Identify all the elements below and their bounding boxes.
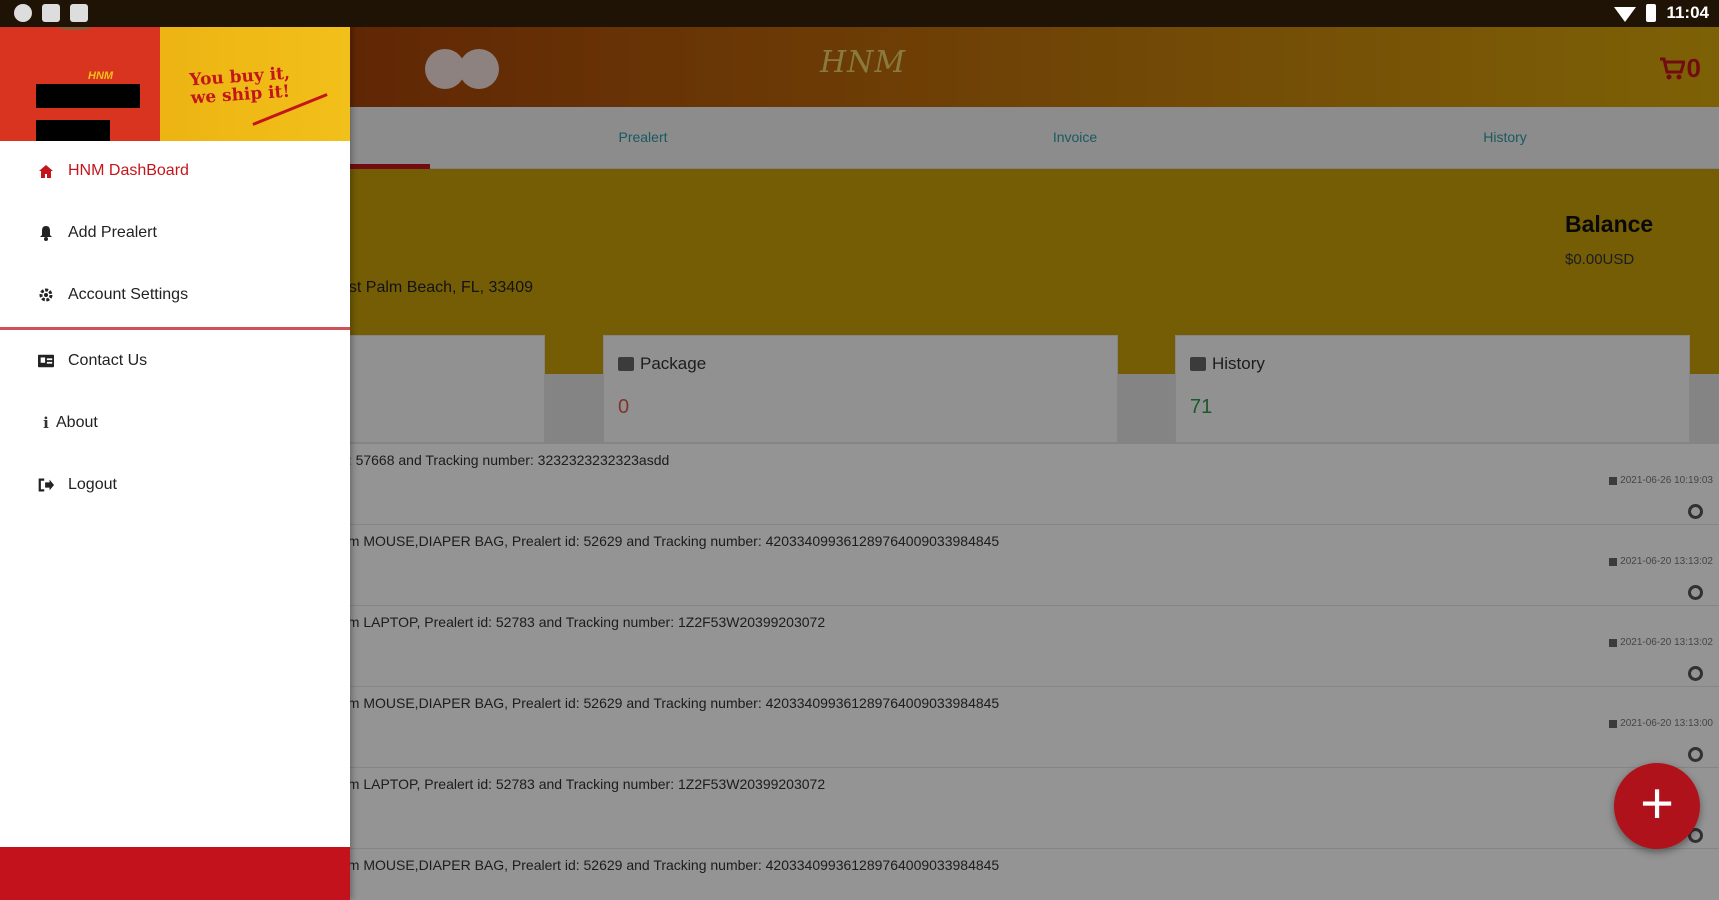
gear-icon [38, 287, 54, 303]
app-root: 11:04 HNM 0 Prealert Invoice History est… [0, 0, 1719, 900]
redaction-box [36, 120, 110, 141]
notification-icons [14, 4, 88, 22]
redaction-box [36, 84, 140, 108]
shirt-logo: HNM [88, 70, 114, 82]
contact-card-icon [38, 353, 54, 369]
banner-slogan: You buy it, we ship it! [188, 63, 291, 109]
menu-item-contact-us[interactable]: Contact Us [0, 333, 350, 389]
add-fab-button[interactable]: + [1614, 763, 1700, 849]
notification-icon [14, 4, 32, 22]
menu-item-logout[interactable]: Logout [0, 457, 350, 513]
menu-item-dashboard[interactable]: HNM DashBoard [0, 143, 350, 199]
menu-divider [0, 327, 350, 330]
clock: 11:04 [1666, 3, 1709, 22]
navigation-drawer: HNM You buy it, we ship it! HNM DashBoar… [0, 0, 350, 900]
drawer-footer [0, 847, 350, 900]
home-icon [38, 163, 54, 179]
bell-icon [38, 225, 54, 241]
battery-icon [1646, 4, 1657, 22]
status-bar: 11:04 [0, 0, 1719, 27]
notification-icon [42, 4, 60, 22]
logout-icon [38, 477, 54, 493]
menu-item-account-settings[interactable]: Account Settings [0, 267, 350, 323]
notification-icon [70, 4, 88, 22]
wifi-icon [1614, 6, 1637, 22]
menu-item-add-prealert[interactable]: Add Prealert [0, 205, 350, 261]
menu-item-about[interactable]: i About [0, 395, 350, 451]
info-icon: i [43, 414, 49, 432]
